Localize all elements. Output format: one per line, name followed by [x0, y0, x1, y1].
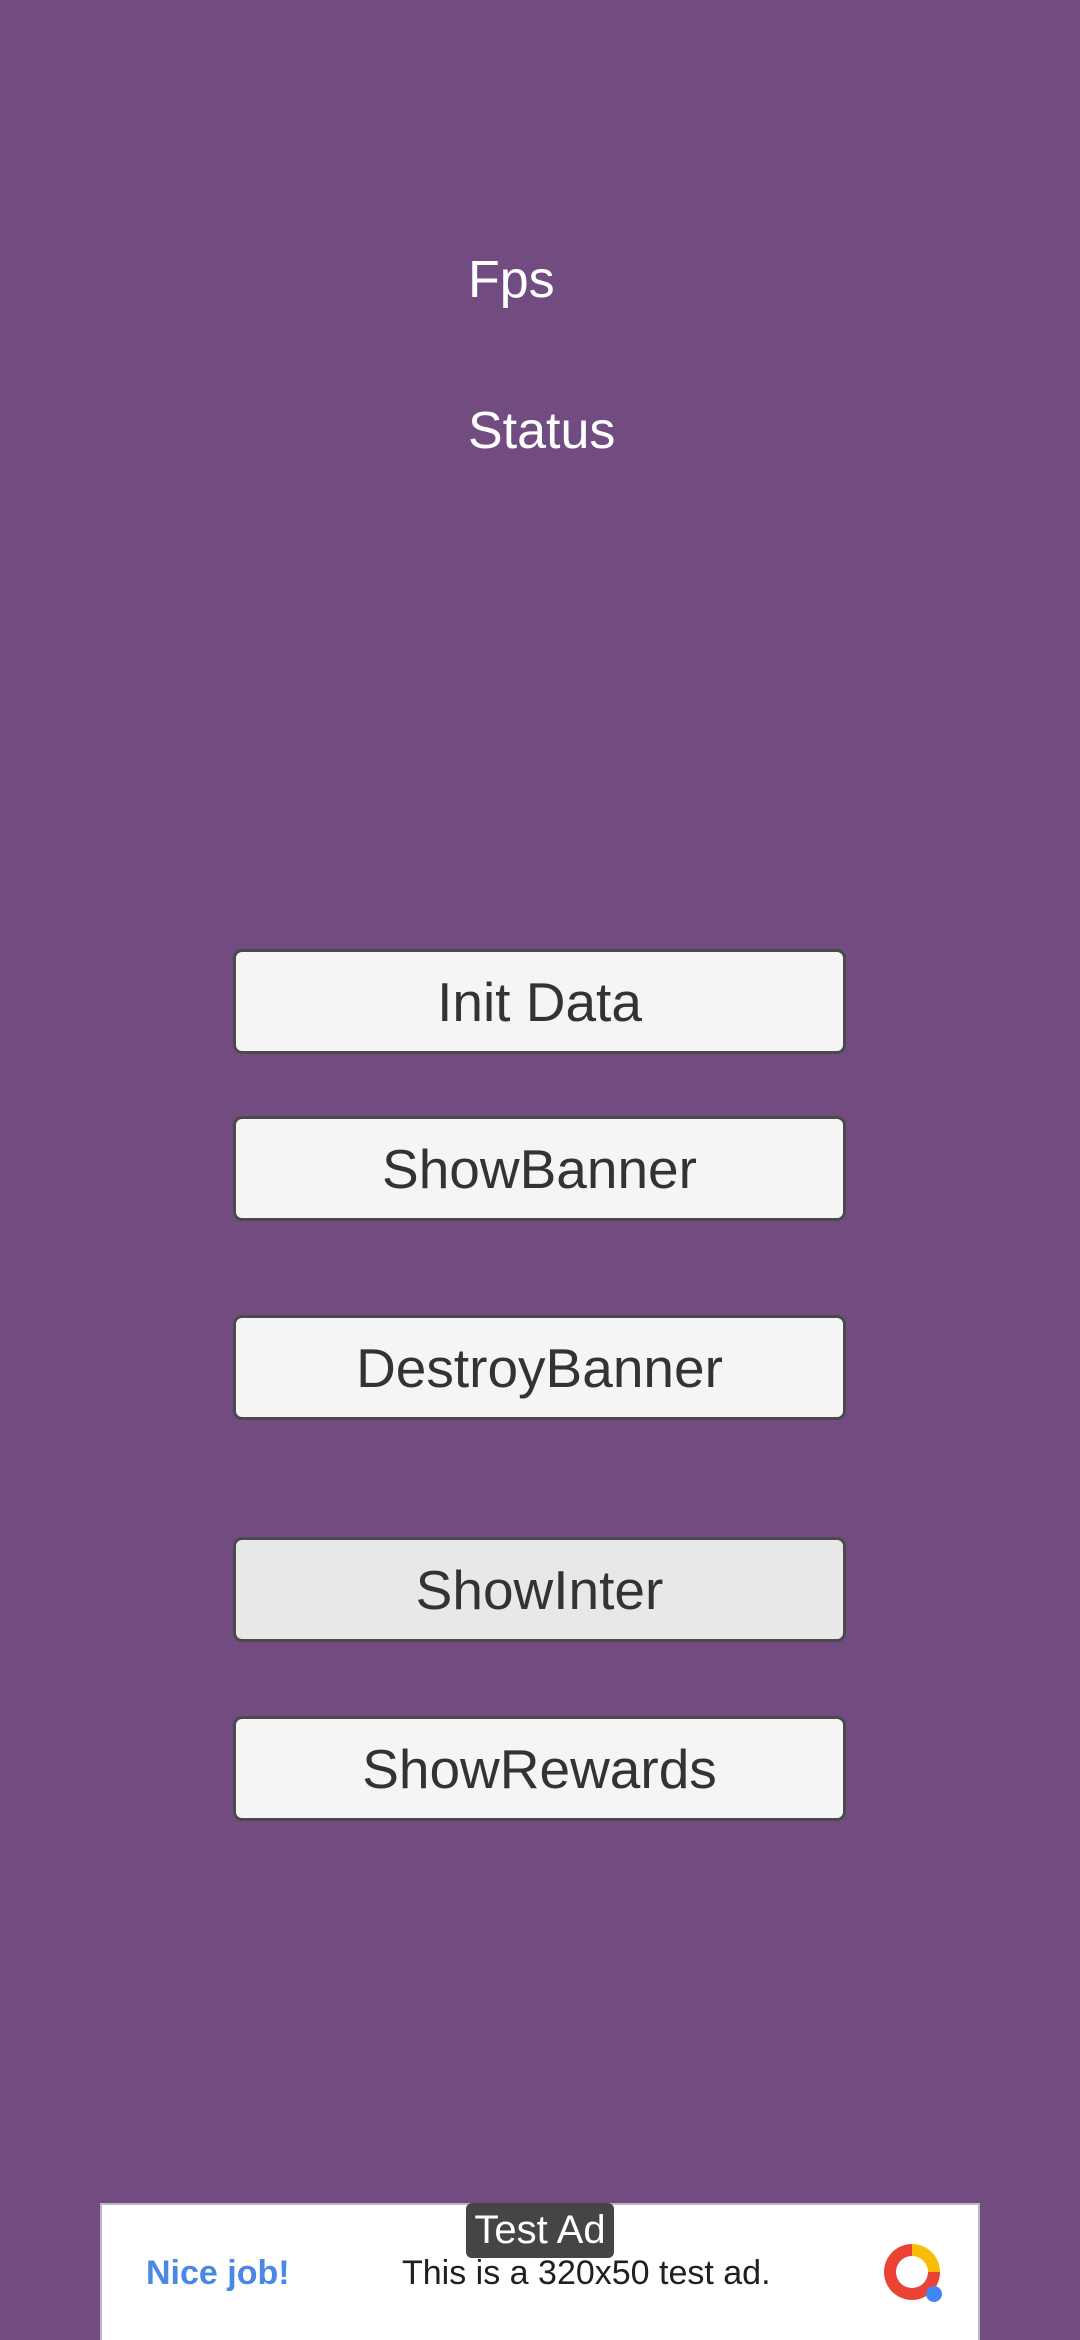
show-inter-button[interactable]: ShowInter [233, 1537, 846, 1642]
admob-logo-icon[interactable] [876, 2236, 948, 2308]
test-ad-badge: Test Ad [466, 2203, 614, 2258]
init-data-button[interactable]: Init Data [233, 949, 846, 1054]
status-label: Status [468, 402, 616, 460]
ad-headline[interactable]: Nice job! [146, 2250, 290, 2296]
destroy-banner-button[interactable]: DestroyBanner [233, 1315, 846, 1420]
fps-label: Fps [468, 251, 555, 309]
show-rewards-button[interactable]: ShowRewards [233, 1716, 846, 1821]
show-banner-button[interactable]: ShowBanner [233, 1116, 846, 1221]
